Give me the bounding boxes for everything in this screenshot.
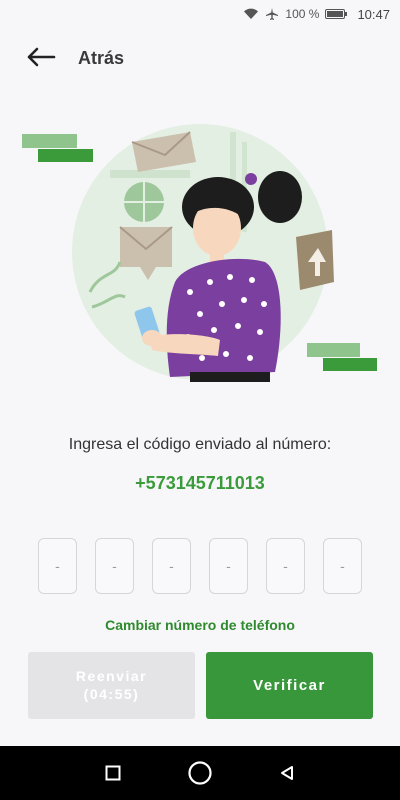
phone-number: +573145711013 [135,473,265,493]
package-icon [296,230,334,290]
deco-bar [323,358,377,371]
code-input-group: - - - - - - [38,538,362,594]
wifi-icon [243,8,259,20]
recents-square-icon[interactable] [93,753,133,793]
system-nav-bar [0,746,400,800]
deco-bar [307,343,360,357]
arrow-left-icon [26,47,56,72]
back-label[interactable]: Atrás [78,48,124,69]
deco-bar [22,134,77,148]
resend-code-button[interactable]: Reenviar (04:55) [28,652,195,719]
battery-icon [325,8,348,20]
code-digit-input[interactable]: - [266,538,305,594]
home-circle-icon[interactable] [180,753,220,793]
change-phone-number-link[interactable]: Cambiar número de teléfono [0,617,400,633]
top-nav: Atrás [0,38,400,80]
clock: 10:47 [357,6,390,22]
code-digit-input[interactable]: - [209,538,248,594]
code-digit-input[interactable]: - [152,538,191,594]
airplane-icon [265,7,279,21]
code-digit-input[interactable]: - [323,538,362,594]
back-triangle-icon[interactable] [267,753,307,793]
code-digit-input[interactable]: - [95,538,134,594]
status-bar: 100 % 10:47 [0,0,400,28]
deco-bar [38,149,93,162]
verify-button[interactable]: Verificar [206,652,373,719]
verification-illustration [20,122,380,388]
back-button[interactable] [24,44,58,74]
code-prompt: Ingresa el código enviado al número: [68,436,332,453]
battery-percent: 100 % [285,7,320,21]
code-digit-input[interactable]: - [38,538,77,594]
